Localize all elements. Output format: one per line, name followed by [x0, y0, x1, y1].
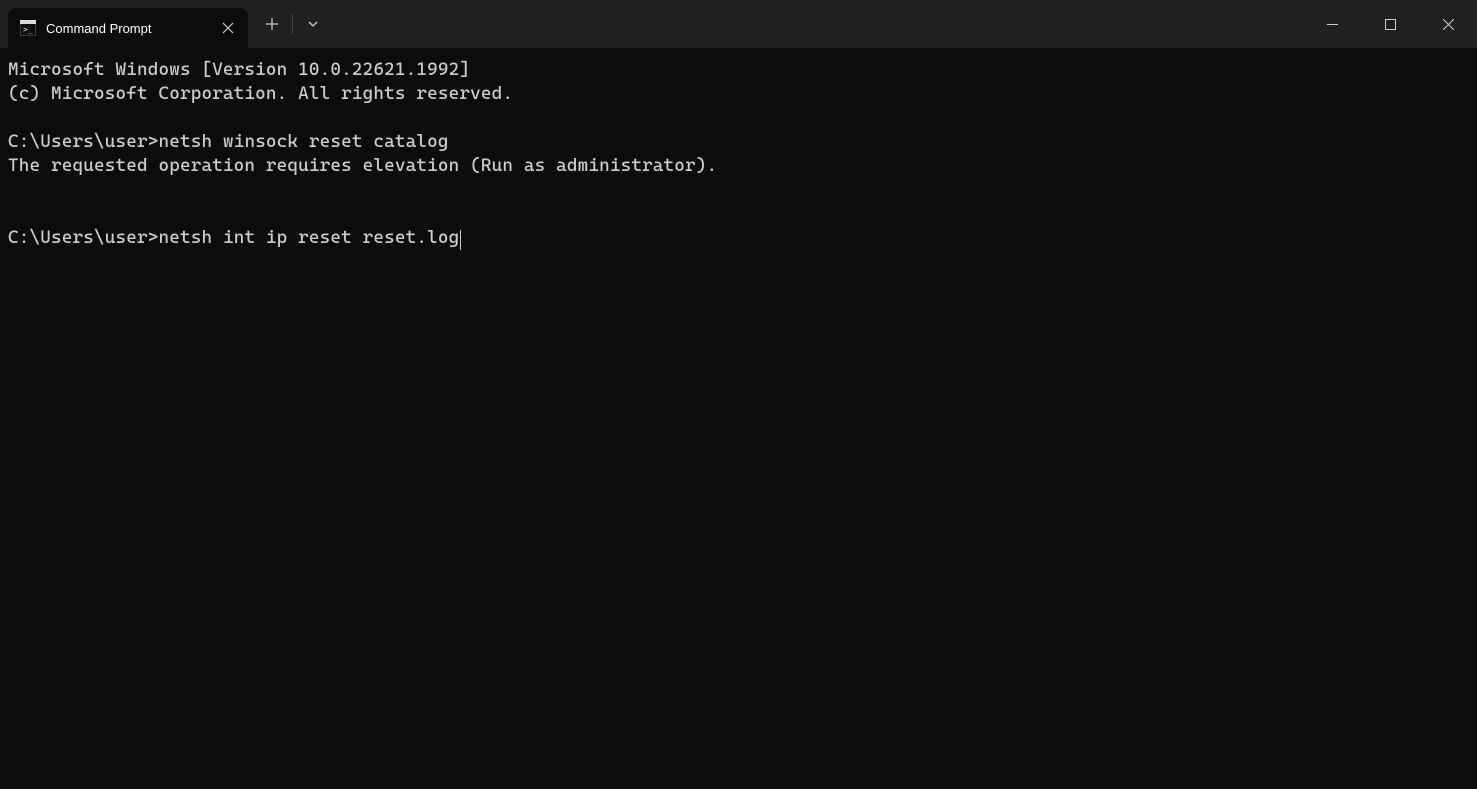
terminal-line: (c) Microsoft Corporation. All rights re… [8, 82, 1469, 106]
prompt-text: C:\Users\user> [8, 131, 158, 152]
svg-text:>_: >_ [23, 25, 33, 34]
terminal-cursor [460, 230, 461, 250]
minimize-button[interactable] [1303, 0, 1361, 48]
terminal-icon: >_ [20, 20, 36, 36]
tab-title: Command Prompt [46, 21, 208, 36]
terminal-line: C:\Users\user>netsh winsock reset catalo… [8, 130, 1469, 154]
window-controls [1303, 0, 1477, 48]
terminal-line [8, 178, 1469, 202]
command-text: netsh int ip reset reset.log [158, 227, 459, 248]
terminal-line [8, 202, 1469, 226]
terminal-line: Microsoft Windows [Version 10.0.22621.19… [8, 58, 1469, 82]
terminal-line [8, 106, 1469, 130]
prompt-text: C:\Users\user> [8, 227, 158, 248]
tab-actions [248, 0, 331, 48]
terminal-line: The requested operation requires elevati… [8, 154, 1469, 178]
tab-dropdown-button[interactable] [295, 6, 331, 42]
command-text: netsh winsock reset catalog [158, 131, 448, 152]
close-window-button[interactable] [1419, 0, 1477, 48]
tab-close-button[interactable] [218, 18, 238, 38]
new-tab-button[interactable] [254, 6, 290, 42]
terminal-line: C:\Users\user>netsh int ip reset reset.l… [8, 226, 1469, 250]
terminal-output[interactable]: Microsoft Windows [Version 10.0.22621.19… [0, 48, 1477, 260]
maximize-button[interactable] [1361, 0, 1419, 48]
titlebar: >_ Command Prompt [0, 0, 1477, 48]
tab-action-divider [292, 14, 293, 34]
tab-command-prompt[interactable]: >_ Command Prompt [8, 8, 248, 48]
tab-area: >_ Command Prompt [0, 0, 248, 48]
